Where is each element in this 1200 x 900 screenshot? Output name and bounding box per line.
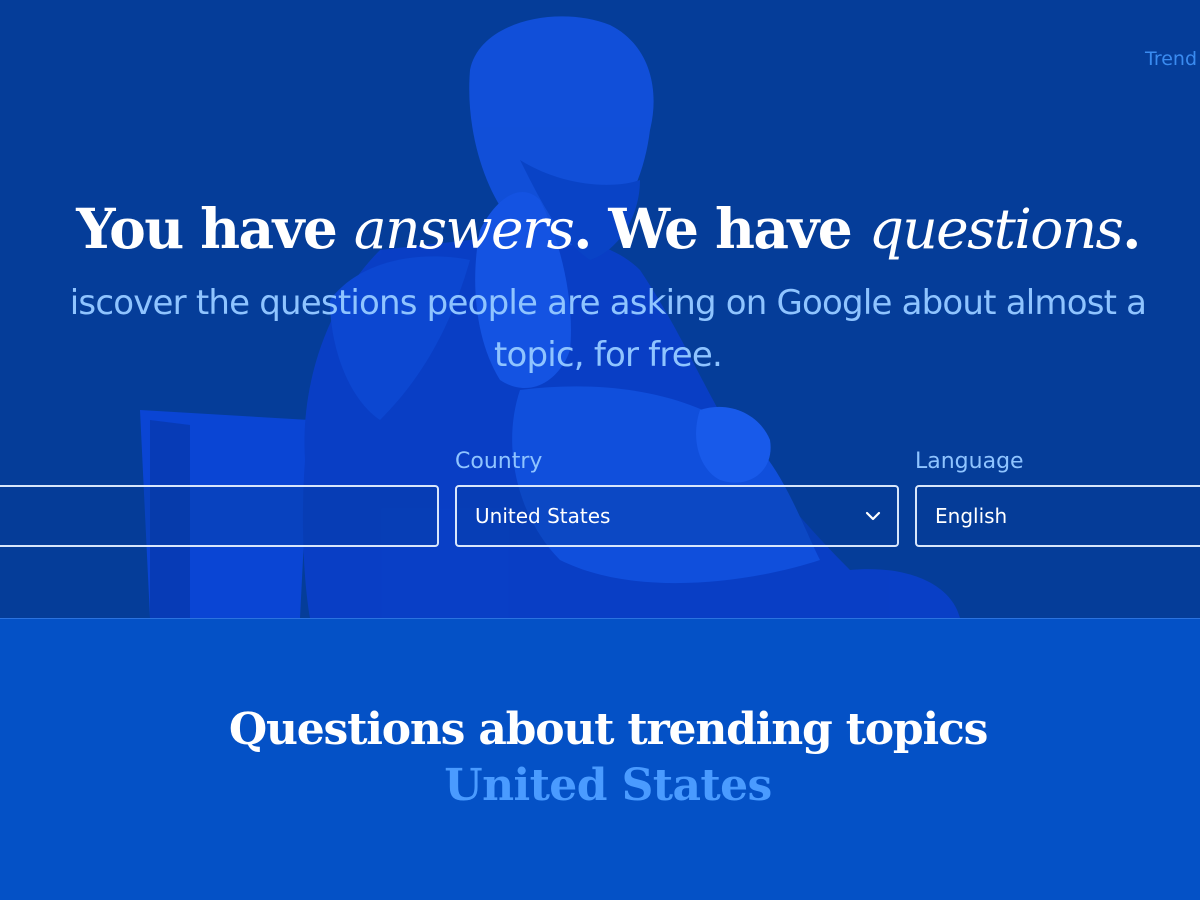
country-label: Country (455, 449, 543, 474)
trending-section (0, 618, 1200, 900)
headline-answers: answers (353, 197, 575, 261)
hero-subline-1: iscover the questions people are asking … (69, 283, 1147, 323)
headline-part-5: . (1122, 196, 1141, 261)
language-selected-value: English (935, 504, 1008, 528)
hero-headline: You have answers. We have questions. (0, 196, 1200, 261)
nav-trending-link[interactable]: Trend (1145, 48, 1197, 70)
headline-part-1: You have (76, 196, 354, 261)
language-select[interactable]: English (915, 485, 1200, 547)
trending-title: Questions about trending topics (228, 704, 989, 755)
topic-search-input[interactable] (0, 485, 439, 547)
language-label: Language (915, 449, 1024, 474)
hero-section: Trend You have answers. We have question… (0, 0, 1200, 618)
country-selected-value: United States (475, 504, 611, 528)
trending-country: United States (444, 760, 772, 811)
country-select[interactable]: United States (455, 485, 899, 547)
headline-part-3: . We have (573, 196, 869, 261)
chevron-down-icon (865, 511, 881, 521)
hero-subline-2: topic, for free. (493, 335, 723, 375)
headline-questions: questions (868, 197, 1124, 261)
